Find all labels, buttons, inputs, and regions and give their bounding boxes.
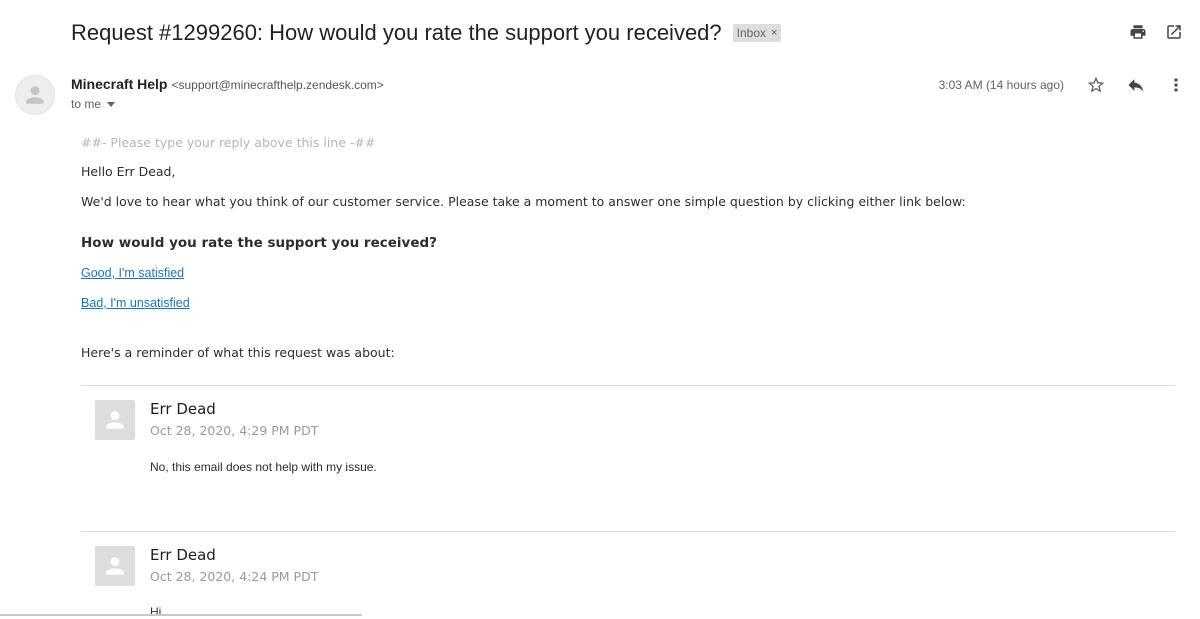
email-subject: Request #1299260: How would you rate the… xyxy=(71,20,722,45)
reply-separator-line: ##- Please type your reply above this li… xyxy=(81,135,376,150)
top-toolbar xyxy=(1128,22,1184,42)
comment-divider xyxy=(81,385,1175,386)
good-rating-link[interactable]: Good, I'm satisfied xyxy=(81,266,184,280)
inbox-label[interactable]: Inbox × xyxy=(732,24,782,42)
subject-row: Request #1299260: How would you rate the… xyxy=(71,18,782,48)
comment-author: Err Dead xyxy=(150,400,216,418)
message-actions xyxy=(1086,75,1186,95)
comment-author: Err Dead xyxy=(150,546,216,564)
sender-email: <support@minecrafthelp.zendesk.com> xyxy=(171,78,384,92)
greeting: Hello Err Dead, xyxy=(81,164,176,179)
recipients-label: to me xyxy=(71,97,102,111)
person-icon xyxy=(26,86,44,104)
comment-text: Hi xyxy=(150,605,162,619)
person-icon xyxy=(106,557,124,575)
reminder-text: Here's a reminder of what this request w… xyxy=(81,345,395,360)
recipients-toggle[interactable]: to me xyxy=(71,97,116,111)
comment-divider xyxy=(81,531,1175,532)
comment-avatar xyxy=(95,546,135,586)
open-in-new-window-icon[interactable] xyxy=(1164,22,1184,42)
person-icon xyxy=(106,411,124,429)
sender-avatar xyxy=(15,75,55,115)
print-icon[interactable] xyxy=(1128,22,1148,42)
remove-label-icon[interactable]: × xyxy=(771,25,777,41)
inbox-label-text: Inbox xyxy=(736,26,767,40)
sender-name: Minecraft Help xyxy=(71,76,168,92)
bad-rating-link[interactable]: Bad, I'm unsatisfied xyxy=(81,296,190,310)
email-timestamp: 3:03 AM (14 hours ago) xyxy=(938,78,1064,92)
more-vertical-icon[interactable] xyxy=(1166,75,1186,95)
rating-question: How would you rate the support you recei… xyxy=(81,235,437,251)
comment-date: Oct 28, 2020, 4:24 PM PDT xyxy=(150,569,319,584)
star-icon[interactable] xyxy=(1086,75,1106,95)
comment-date: Oct 28, 2020, 4:29 PM PDT xyxy=(150,423,319,438)
chevron-down-icon xyxy=(107,101,116,107)
sender-row: Minecraft Help <support@minecrafthelp.ze… xyxy=(71,76,384,92)
comment-text: No, this email does not help with my iss… xyxy=(150,460,377,474)
comment-avatar xyxy=(95,400,135,440)
reply-icon[interactable] xyxy=(1126,75,1146,95)
intro-paragraph: We'd love to hear what you think of our … xyxy=(81,194,966,209)
